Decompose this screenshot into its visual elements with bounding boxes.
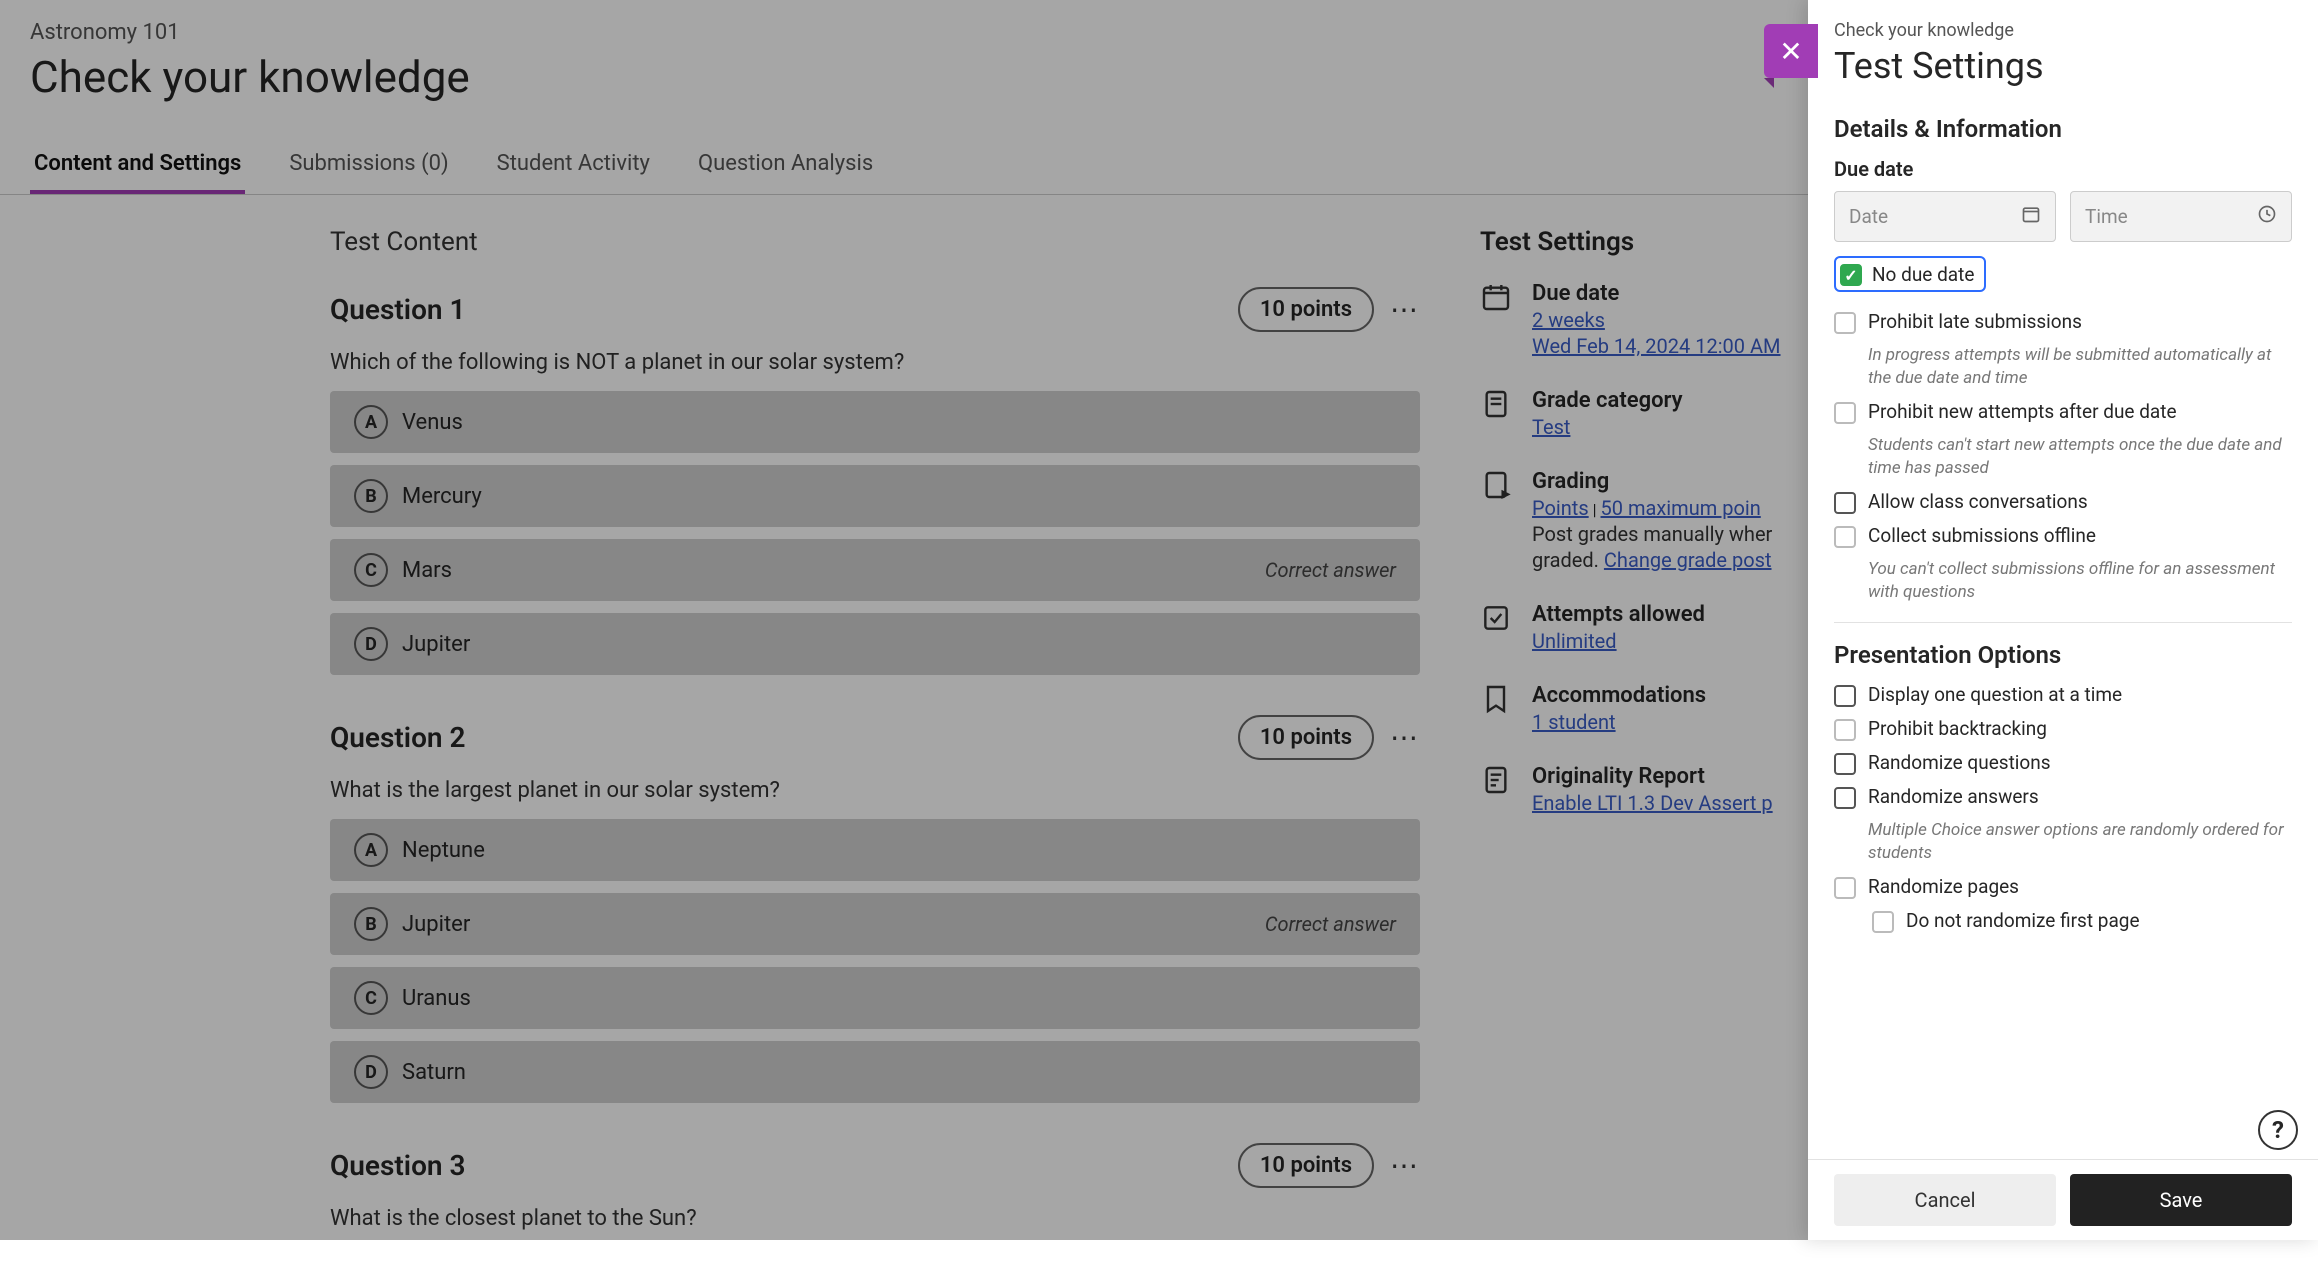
allow-conversations-checkbox[interactable]	[1834, 492, 1856, 514]
prohibit-new-help: Students can't start new attempts once t…	[1868, 434, 2292, 480]
panel-breadcrumb: Check your knowledge	[1834, 20, 2292, 41]
collect-offline-label: Collect submissions offline	[1868, 524, 2096, 547]
randomize-answers-help: Multiple Choice answer options are rando…	[1868, 819, 2292, 865]
calendar-icon	[2021, 204, 2041, 229]
one-question-checkbox[interactable]	[1834, 685, 1856, 707]
randomize-questions-checkbox[interactable]	[1834, 753, 1856, 775]
no-due-date-checkbox[interactable]	[1840, 264, 1862, 286]
presentation-section-heading: Presentation Options	[1834, 641, 2292, 669]
randomize-answers-label: Randomize answers	[1868, 785, 2039, 808]
no-due-date-label: No due date	[1872, 263, 1974, 286]
prohibit-new-label: Prohibit new attempts after due date	[1868, 400, 2177, 423]
allow-conversations-label: Allow class conversations	[1868, 490, 2088, 513]
panel-title: Test Settings	[1834, 45, 2292, 87]
due-date-placeholder: Date	[1849, 205, 1888, 228]
prohibit-late-checkbox[interactable]	[1834, 312, 1856, 334]
due-time-placeholder: Time	[2085, 205, 2128, 228]
randomize-questions-label: Randomize questions	[1868, 751, 2051, 774]
collect-offline-help: You can't collect submissions offline fo…	[1868, 558, 2292, 604]
one-question-label: Display one question at a time	[1868, 683, 2122, 706]
cancel-button[interactable]: Cancel	[1834, 1174, 2056, 1226]
randomize-answers-checkbox[interactable]	[1834, 787, 1856, 809]
prohibit-backtracking-label: Prohibit backtracking	[1868, 717, 2047, 740]
prohibit-new-checkbox[interactable]	[1834, 402, 1856, 424]
due-date-input[interactable]: Date	[1834, 191, 2056, 242]
collect-offline-checkbox[interactable]	[1834, 526, 1856, 548]
help-icon[interactable]: ?	[2258, 1110, 2298, 1150]
randomize-pages-label: Randomize pages	[1868, 875, 2019, 898]
do-not-randomize-first-label: Do not randomize first page	[1906, 909, 2140, 932]
randomize-pages-checkbox[interactable]	[1834, 877, 1856, 899]
prohibit-backtracking-checkbox[interactable]	[1834, 719, 1856, 741]
save-button[interactable]: Save	[2070, 1174, 2292, 1226]
due-date-field-label: Due date	[1834, 157, 2292, 181]
prohibit-late-help: In progress attempts will be submitted a…	[1868, 344, 2292, 390]
close-panel-button[interactable]: ✕	[1764, 24, 1818, 78]
due-time-input[interactable]: Time	[2070, 191, 2292, 242]
test-settings-panel: ✕ Check your knowledge Test Settings Det…	[1808, 0, 2318, 1240]
details-section-heading: Details & Information	[1834, 115, 2292, 143]
prohibit-late-label: Prohibit late submissions	[1868, 310, 2082, 333]
do-not-randomize-first-checkbox[interactable]	[1872, 911, 1894, 933]
no-due-date-row[interactable]: No due date	[1834, 256, 1986, 292]
clock-icon	[2257, 204, 2277, 229]
